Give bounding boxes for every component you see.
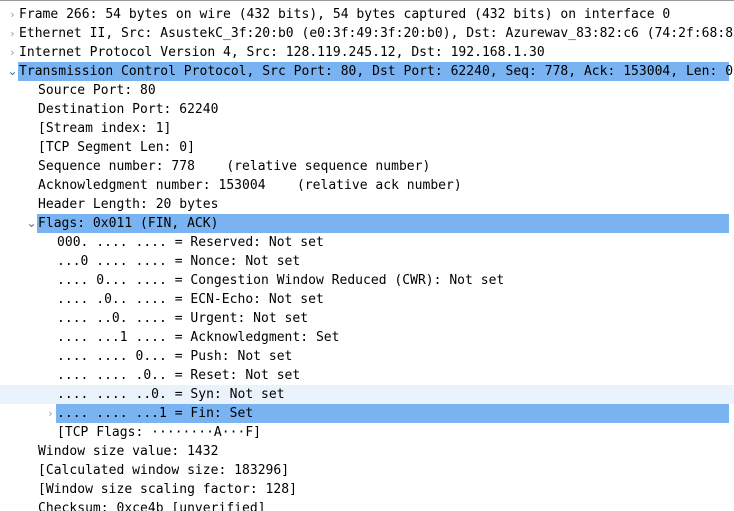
tree-row-label: Sequence number: 778 (relative sequence … xyxy=(38,159,431,174)
tree-row-flag-push[interactable]: .... .... 0... = Push: Not set xyxy=(0,347,734,366)
tree-row-destination-port[interactable]: Destination Port: 62240 xyxy=(0,100,734,119)
tree-row-label: Frame 266: 54 bytes on wire (432 bits), … xyxy=(19,7,671,22)
packet-details-pane[interactable]: › Frame 266: 54 bytes on wire (432 bits),… xyxy=(0,0,734,511)
tree-row-flags[interactable]: ⌄ Flags: 0x011 (FIN, ACK) xyxy=(0,214,734,233)
tree-row-flag-acknowledgment[interactable]: .... ...1 .... = Acknowledgment: Set xyxy=(0,328,734,347)
tree-row-label: [TCP Segment Len: 0] xyxy=(38,140,195,155)
tree-row-header-length[interactable]: Header Length: 20 bytes xyxy=(0,195,734,214)
tree-row-label: Internet Protocol Version 4, Src: 128.11… xyxy=(19,45,545,60)
tree-row-label: .... .... .0.. = Reset: Not set xyxy=(57,368,301,383)
tree-row-label: [Window size scaling factor: 128] xyxy=(38,482,297,497)
tree-row-label: Transmission Control Protocol, Src Port:… xyxy=(19,64,734,79)
tree-row-tcp-segment-len[interactable]: [TCP Segment Len: 0] xyxy=(0,138,734,157)
tree-row-stream-index[interactable]: [Stream index: 1] xyxy=(0,119,734,138)
tree-row-label: .... .... 0... = Push: Not set xyxy=(57,349,293,364)
tree-row-source-port[interactable]: Source Port: 80 xyxy=(0,81,734,100)
tree-row-label: Checksum: 0xce4b [unverified] xyxy=(38,501,266,511)
tree-row-label: [Stream index: 1] xyxy=(38,121,172,136)
tree-row-sequence-number[interactable]: Sequence number: 778 (relative sequence … xyxy=(0,157,734,176)
tree-row-flag-cwr[interactable]: .... 0... .... = Congestion Window Reduc… xyxy=(0,271,734,290)
tree-row-tcp[interactable]: ⌄ Transmission Control Protocol, Src Port… xyxy=(0,62,734,81)
tree-row-flag-syn[interactable]: .... .... ..0. = Syn: Not set xyxy=(0,385,734,404)
tree-row-label: Flags: 0x011 (FIN, ACK) xyxy=(38,216,219,231)
tree-row-calculated-window-size[interactable]: [Calculated window size: 183296] xyxy=(0,461,734,480)
tree-row-label: Acknowledgment number: 153004 (relative … xyxy=(38,178,462,193)
tree-row-flag-reserved[interactable]: 000. .... .... = Reserved: Not set xyxy=(0,233,734,252)
tree-row-label: 000. .... .... = Reserved: Not set xyxy=(57,235,324,250)
tree-row-flag-reset[interactable]: .... .... .0.. = Reset: Not set xyxy=(0,366,734,385)
tree-row-label: Ethernet II, Src: AsustekC_3f:20:b0 (e0:… xyxy=(19,26,734,41)
tree-row-window-size-value[interactable]: Window size value: 1432 xyxy=(0,442,734,461)
tree-row-label: .... .0.. .... = ECN-Echo: Not set xyxy=(57,292,324,307)
tree-row-acknowledgment-number[interactable]: Acknowledgment number: 153004 (relative … xyxy=(0,176,734,195)
tree-row-flag-ecn-echo[interactable]: .... .0.. .... = ECN-Echo: Not set xyxy=(0,290,734,309)
tree-row-flag-nonce[interactable]: ...0 .... .... = Nonce: Not set xyxy=(0,252,734,271)
tree-row-label: .... .... ...1 = Fin: Set xyxy=(56,404,256,423)
tree-row-label: [TCP Flags: ········A···F] xyxy=(57,425,262,440)
tree-row-label: Destination Port: 62240 xyxy=(38,102,219,117)
tree-row-label: Header Length: 20 bytes xyxy=(38,197,219,212)
tree-row-label: .... ..0. .... = Urgent: Not set xyxy=(57,311,309,326)
tree-row-label: [Calculated window size: 183296] xyxy=(38,463,290,478)
tree-row-label: Source Port: 80 xyxy=(38,83,156,98)
tree-row-flag-urgent[interactable]: .... ..0. .... = Urgent: Not set xyxy=(0,309,734,328)
tree-row-label: ...0 .... .... = Nonce: Not set xyxy=(57,254,301,269)
tree-row-checksum[interactable]: Checksum: 0xce4b [unverified] xyxy=(0,499,734,511)
tree-row-window-size-scaling-factor[interactable]: [Window size scaling factor: 128] xyxy=(0,480,734,499)
tree-row-ipv4[interactable]: › Internet Protocol Version 4, Src: 128.1… xyxy=(0,43,734,62)
tree-row-label: Window size value: 1432 xyxy=(38,444,219,459)
tree-row-flag-fin[interactable]: ›.... .... ...1 = Fin: Set xyxy=(0,404,734,423)
tree-row-label: .... 0... .... = Congestion Window Reduc… xyxy=(57,273,505,288)
tree-row-label: .... ...1 .... = Acknowledgment: Set xyxy=(57,330,340,345)
tree-row-label: .... .... ..0. = Syn: Not set xyxy=(57,387,285,402)
tree-row-tcp-flags-string[interactable]: [TCP Flags: ········A···F] xyxy=(0,423,734,442)
tree-row-frame[interactable]: › Frame 266: 54 bytes on wire (432 bits),… xyxy=(0,5,734,24)
tree-row-ethernet[interactable]: › Ethernet II, Src: AsustekC_3f:20:b0 (e0… xyxy=(0,24,734,43)
